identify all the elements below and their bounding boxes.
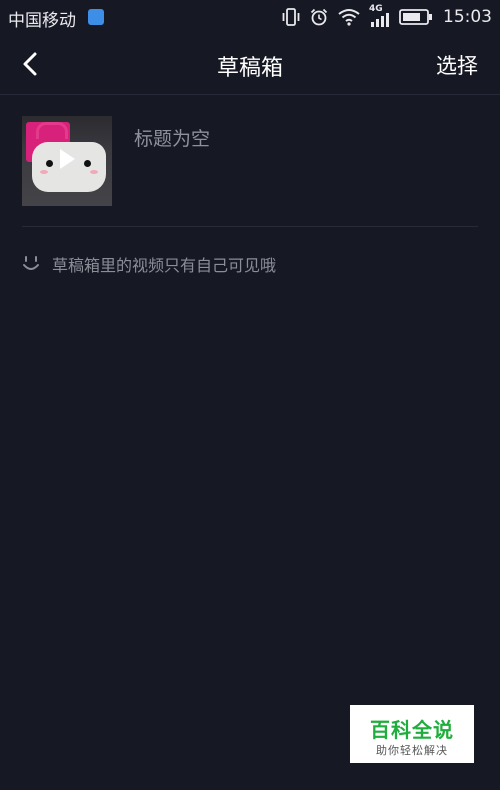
- page-title: 草稿箱: [216, 56, 283, 81]
- draft-thumbnail[interactable]: [22, 116, 112, 206]
- watermark-logo: 百科全说 助你轻松解决: [350, 705, 474, 763]
- nav-bar: 草稿箱 选择: [0, 34, 500, 95]
- battery-icon: [399, 9, 432, 25]
- draft-title: 标题为空: [134, 128, 211, 150]
- watermark-main-text: 百科全说: [370, 718, 454, 742]
- watermark-sub-text: 助你轻松解决: [376, 744, 448, 757]
- draft-list-item[interactable]: 标题为空: [22, 116, 478, 206]
- vibrate-icon: [282, 8, 300, 26]
- play-icon[interactable]: [58, 148, 76, 170]
- list-divider: [22, 226, 478, 227]
- status-bar: 中国移动 4G 15:03: [0, 0, 500, 34]
- select-button[interactable]: 选择: [436, 50, 478, 80]
- carrier-name: 中国移动: [8, 11, 76, 31]
- privacy-hint: 草稿箱里的视频只有自己可见哦: [22, 252, 276, 276]
- thumbnail-blush-right: [90, 170, 98, 174]
- status-icons: 4G 15:03: [281, 4, 492, 29]
- signal-icon: [371, 13, 389, 27]
- wifi-icon: [338, 9, 360, 26]
- thumbnail-blush-left: [40, 170, 48, 174]
- alarm-icon: [310, 8, 328, 26]
- thumbnail-bag-handle: [36, 122, 68, 139]
- thumbnail-eye-left: [46, 160, 53, 167]
- thumbnail-eye-right: [84, 160, 91, 167]
- privacy-hint-text: 草稿箱里的视频只有自己可见哦: [52, 256, 277, 275]
- status-time: 15:03: [443, 7, 492, 27]
- smile-icon: [23, 256, 39, 270]
- cellular-signal: 4G: [369, 4, 391, 28]
- carrier-app-icon: [88, 9, 104, 25]
